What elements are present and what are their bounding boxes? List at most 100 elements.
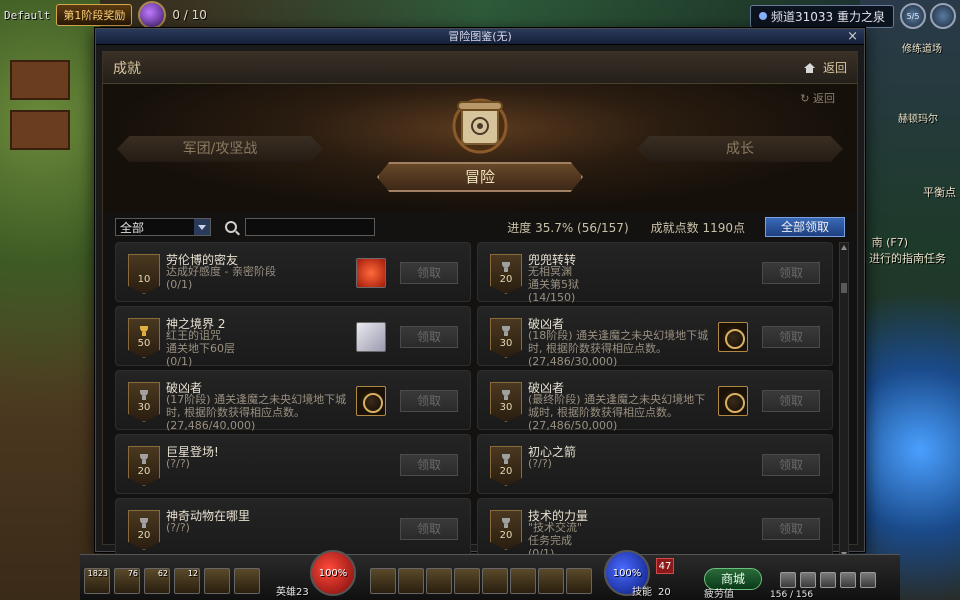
achievement-badge: 10: [128, 254, 160, 294]
item-slot[interactable]: [204, 568, 230, 594]
guide-key-label: 南 (F7): [871, 236, 908, 249]
claim-button[interactable]: 领取: [762, 262, 820, 284]
guide-task-label[interactable]: 进行的指南任务: [869, 250, 946, 266]
fatigue-label: 疲劳值: [704, 589, 734, 600]
achievement-progress: (0/1): [166, 278, 193, 291]
achievement-points-value: 20: [499, 274, 513, 285]
inventory-icon[interactable]: [820, 572, 836, 588]
npc-sign: 修练道场: [902, 44, 942, 55]
back-small-button[interactable]: ↻ 返回: [800, 90, 835, 106]
achievement-card[interactable]: 20 兜兜转转 无相冥渊 通关第5狱 (14/150) 领取: [477, 242, 833, 304]
item-slot[interactable]: [234, 568, 260, 594]
panel-header: 成就 返回: [103, 52, 857, 84]
achievement-card[interactable]: 20 巨星登场! (?/?) 领取: [115, 434, 471, 494]
achievement-card[interactable]: 30 破凶者 (17阶段) 通关逢魔之未央幻境地下城时, 根据阶数获得相应点数。 (2…: [115, 370, 471, 432]
claim-button[interactable]: 领取: [400, 454, 458, 476]
search-input[interactable]: [245, 218, 375, 236]
balance-label: 平衡点: [923, 186, 956, 199]
emblem-reward-icon[interactable]: [718, 322, 748, 352]
achievement-card[interactable]: 20技术的力量"技术交流" 任务完成(0/1)领取: [477, 498, 833, 560]
home-icon: [803, 62, 815, 73]
achievement-description: (最终阶段) 通关逢魔之未央幻境地下城时, 根据阶数获得相应点数。 (27,486…: [528, 393, 714, 432]
item-slot[interactable]: 12: [174, 568, 200, 594]
window-title: 冒险图鉴(无): [448, 30, 512, 43]
skill-slot[interactable]: [370, 568, 396, 594]
back-small-label: 返回: [813, 92, 835, 105]
item-slot[interactable]: 62: [144, 568, 170, 594]
trophy-icon: [500, 262, 512, 272]
skill-slot[interactable]: [566, 568, 592, 594]
claim-button[interactable]: 领取: [762, 326, 820, 348]
achievement-badge: 30: [490, 382, 522, 422]
skill-slot[interactable]: [426, 568, 452, 594]
tab-adventure[interactable]: 冒险: [377, 162, 583, 192]
category-filter-dropdown[interactable]: 全部: [115, 218, 211, 236]
emblem-reward-icon[interactable]: [718, 386, 748, 416]
claim-button[interactable]: 领取: [400, 518, 458, 540]
trophy-icon: [500, 454, 512, 464]
menu-icon[interactable]: [860, 572, 876, 588]
menu-globe-icon[interactable]: [930, 3, 956, 29]
claim-button[interactable]: 领取: [400, 262, 458, 284]
hud-top-left: Default 第1阶段奖励 0 / 10: [0, 0, 300, 30]
achievement-badge: 30: [128, 382, 160, 422]
achievement-card[interactable]: 50 神之境界 2 红王的诅咒 通关地下60层 (0/1) 领取: [115, 306, 471, 368]
item-slot[interactable]: 76: [114, 568, 140, 594]
claim-button[interactable]: 领取: [762, 518, 820, 540]
scrollbar[interactable]: [839, 242, 849, 560]
heart-reward-icon[interactable]: [356, 258, 386, 288]
trophy-icon: [138, 454, 150, 464]
skill-slot[interactable]: [454, 568, 480, 594]
character-icon[interactable]: [780, 572, 796, 588]
achievement-card[interactable]: 10 劳伦博的密友 达成好感度 - 亲密阶段 (0/1) 领取: [115, 242, 471, 302]
achievement-desc-text: 红王的诅咒 通关地下60层: [166, 329, 235, 355]
hud-bottom: 1823 76 62 12 英雄23 100% 100% 技能 20 47 商城…: [80, 550, 900, 600]
skill-slot[interactable]: [398, 568, 424, 594]
tab-legion-raid[interactable]: 军团/攻坚战: [117, 136, 323, 162]
skill-slot[interactable]: [538, 568, 564, 594]
claim-button[interactable]: 领取: [400, 326, 458, 348]
claim-all-button[interactable]: 全部领取: [765, 217, 845, 237]
back-button[interactable]: 返回: [803, 59, 847, 76]
progress-text: 进度 35.7% (56/157): [507, 220, 629, 235]
item-slot[interactable]: 1823: [84, 568, 110, 594]
category-stage: ↻ 返回 军团/攻坚战 成长 冒险: [103, 84, 857, 212]
claim-button[interactable]: 领取: [400, 390, 458, 412]
scroll-reward-icon[interactable]: [356, 322, 386, 352]
trophy-icon: [500, 326, 512, 336]
tab-growth[interactable]: 成长: [637, 136, 843, 162]
emblem-reward-icon[interactable]: [356, 386, 386, 416]
settings-icon[interactable]: [840, 572, 856, 588]
search-icon: [225, 221, 237, 233]
event-reward-button[interactable]: 第1阶段奖励: [56, 4, 133, 26]
achievement-progress: (0/1): [166, 355, 193, 368]
achievement-card[interactable]: 30 破凶者 (18阶段) 通关逢魔之未央幻境地下城时, 根据阶数获得相应点数。 (2…: [477, 306, 833, 368]
bookshelf: [10, 60, 70, 100]
close-icon[interactable]: ×: [847, 29, 858, 45]
channel-display[interactable]: 频道31033 重力之泉: [750, 4, 894, 28]
item-count: 76: [127, 569, 138, 578]
bookshelf: [10, 110, 70, 150]
event-orb-icon[interactable]: [138, 1, 167, 29]
skill-slot[interactable]: [510, 568, 536, 594]
achievement-points: 成就点数 1190点: [650, 220, 745, 235]
achievement-card[interactable]: 20 初心之箭 (?/?) 领取: [477, 434, 833, 494]
scroll-up-icon[interactable]: [841, 245, 847, 250]
scroll-thumb[interactable]: [841, 283, 847, 293]
achievement-points-value: 30: [499, 338, 513, 349]
skill-label: 技能: [632, 587, 652, 598]
achievement-description: (18阶段) 通关逢魔之未央幻境地下城时, 根据阶数获得相应点数。 (27,486…: [528, 329, 714, 368]
achievement-badge: 20: [490, 254, 522, 294]
mail-icon[interactable]: [800, 572, 816, 588]
fatigue-value: 156 / 156: [770, 590, 814, 600]
claim-button[interactable]: 领取: [762, 390, 820, 412]
skill-slot[interactable]: [482, 568, 508, 594]
achievement-desc-text: 无相冥渊 通关第5狱: [528, 265, 579, 291]
achievement-points-value: 30: [137, 402, 151, 413]
achievement-card[interactable]: 20 神奇动物在哪里 (?/?) 领取: [115, 498, 471, 558]
hud-default-label: Default: [4, 8, 51, 22]
achievement-card[interactable]: 30 破凶者 (最终阶段) 通关逢魔之未央幻境地下城时, 根据阶数获得相应点数。 (2…: [477, 370, 833, 432]
party-button[interactable]: 5/5: [900, 3, 926, 29]
claim-button[interactable]: 领取: [762, 454, 820, 476]
window-titlebar[interactable]: 冒险图鉴(无) ×: [96, 29, 864, 45]
